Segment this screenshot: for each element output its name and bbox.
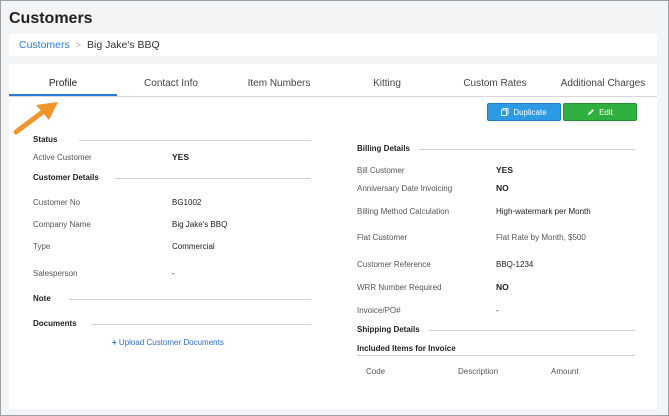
breadcrumb-customers-link[interactable]: Customers [19,39,70,51]
included-items-divider [357,355,635,356]
customer-reference-value: BBQ-1234 [496,260,534,269]
invoice-po-value: - [496,306,499,315]
edit-button[interactable]: Edit [563,103,637,121]
status-divider [79,140,311,141]
invoice-po-label: Invoice/PO# [357,306,401,315]
upload-documents-label: Upload Customer Documents [118,338,224,347]
bill-customer-label: Bill Customer [357,166,405,175]
breadcrumb-separator: > [75,40,82,50]
flat-customer-label: Flat Customer [357,233,408,242]
status-heading: Status [33,135,58,144]
upload-documents-link[interactable]: + Upload Customer Documents [112,338,224,347]
company-name-label: Company Name [33,220,91,229]
salesperson-label: Salesperson [33,269,78,278]
pencil-icon [588,109,594,115]
customer-no-value: BG1002 [172,198,202,207]
plus-icon: + [112,338,117,347]
customer-reference-label: Customer Reference [357,260,431,269]
type-label: Type [33,242,51,251]
tab-item-numbers[interactable]: Item Numbers [225,72,333,96]
billing-method-value: High-watermark per Month [496,207,591,216]
documents-heading: Documents [33,319,77,328]
duplicate-label: Duplicate [513,108,547,117]
breadcrumb-current: Big Jake's BBQ [87,39,160,51]
documents-divider [91,324,311,325]
copy-icon [501,108,509,116]
salesperson-value: - [172,269,175,278]
shipping-details-heading: Shipping Details [357,325,420,334]
tab-additional-charges[interactable]: Additional Charges [549,72,657,96]
column-description: Description [458,367,499,376]
tab-custom-rates[interactable]: Custom Rates [441,72,549,96]
customer-panel: Profile Contact Info Item Numbers Kittin… [9,64,657,409]
note-divider [69,299,311,300]
tab-profile[interactable]: Profile [9,72,117,96]
duplicate-button[interactable]: Duplicate [487,103,561,121]
included-items-heading: Included Items for Invoice [357,344,456,353]
anniversary-value: NO [496,183,509,193]
flat-customer-value: Flat Rate by Month, $500 [496,233,586,242]
type-value: Commercial [172,242,215,251]
note-heading: Note [33,294,51,303]
tab-contact-info[interactable]: Contact Info [117,72,225,96]
customer-details-heading: Customer Details [33,173,99,182]
column-amount: Amount [551,367,579,376]
bill-customer-value: YES [496,165,514,175]
wrr-value: NO [496,282,509,292]
billing-details-divider [419,149,635,150]
tab-bar: Profile Contact Info Item Numbers Kittin… [9,72,657,97]
edit-label: Edit [599,108,613,117]
wrr-label: WRR Number Required [357,283,442,292]
annotation-arrow-icon [13,102,58,135]
customer-no-label: Customer No [33,198,81,207]
active-customer-label: Active Customer [33,153,92,162]
page-title: Customers [9,10,93,27]
shipping-details-divider [429,330,635,331]
breadcrumb: Customers > Big Jake's BBQ [9,34,657,56]
tab-kitting[interactable]: Kitting [333,72,441,96]
active-customer-value: YES [172,152,190,162]
billing-details-heading: Billing Details [357,144,410,153]
anniversary-label: Anniversary Date Invoicing [357,184,453,193]
billing-method-label: Billing Method Calculation [357,207,450,216]
column-code: Code [366,367,386,376]
customer-details-divider [115,178,311,179]
company-name-value: Big Jake's BBQ [172,220,228,229]
